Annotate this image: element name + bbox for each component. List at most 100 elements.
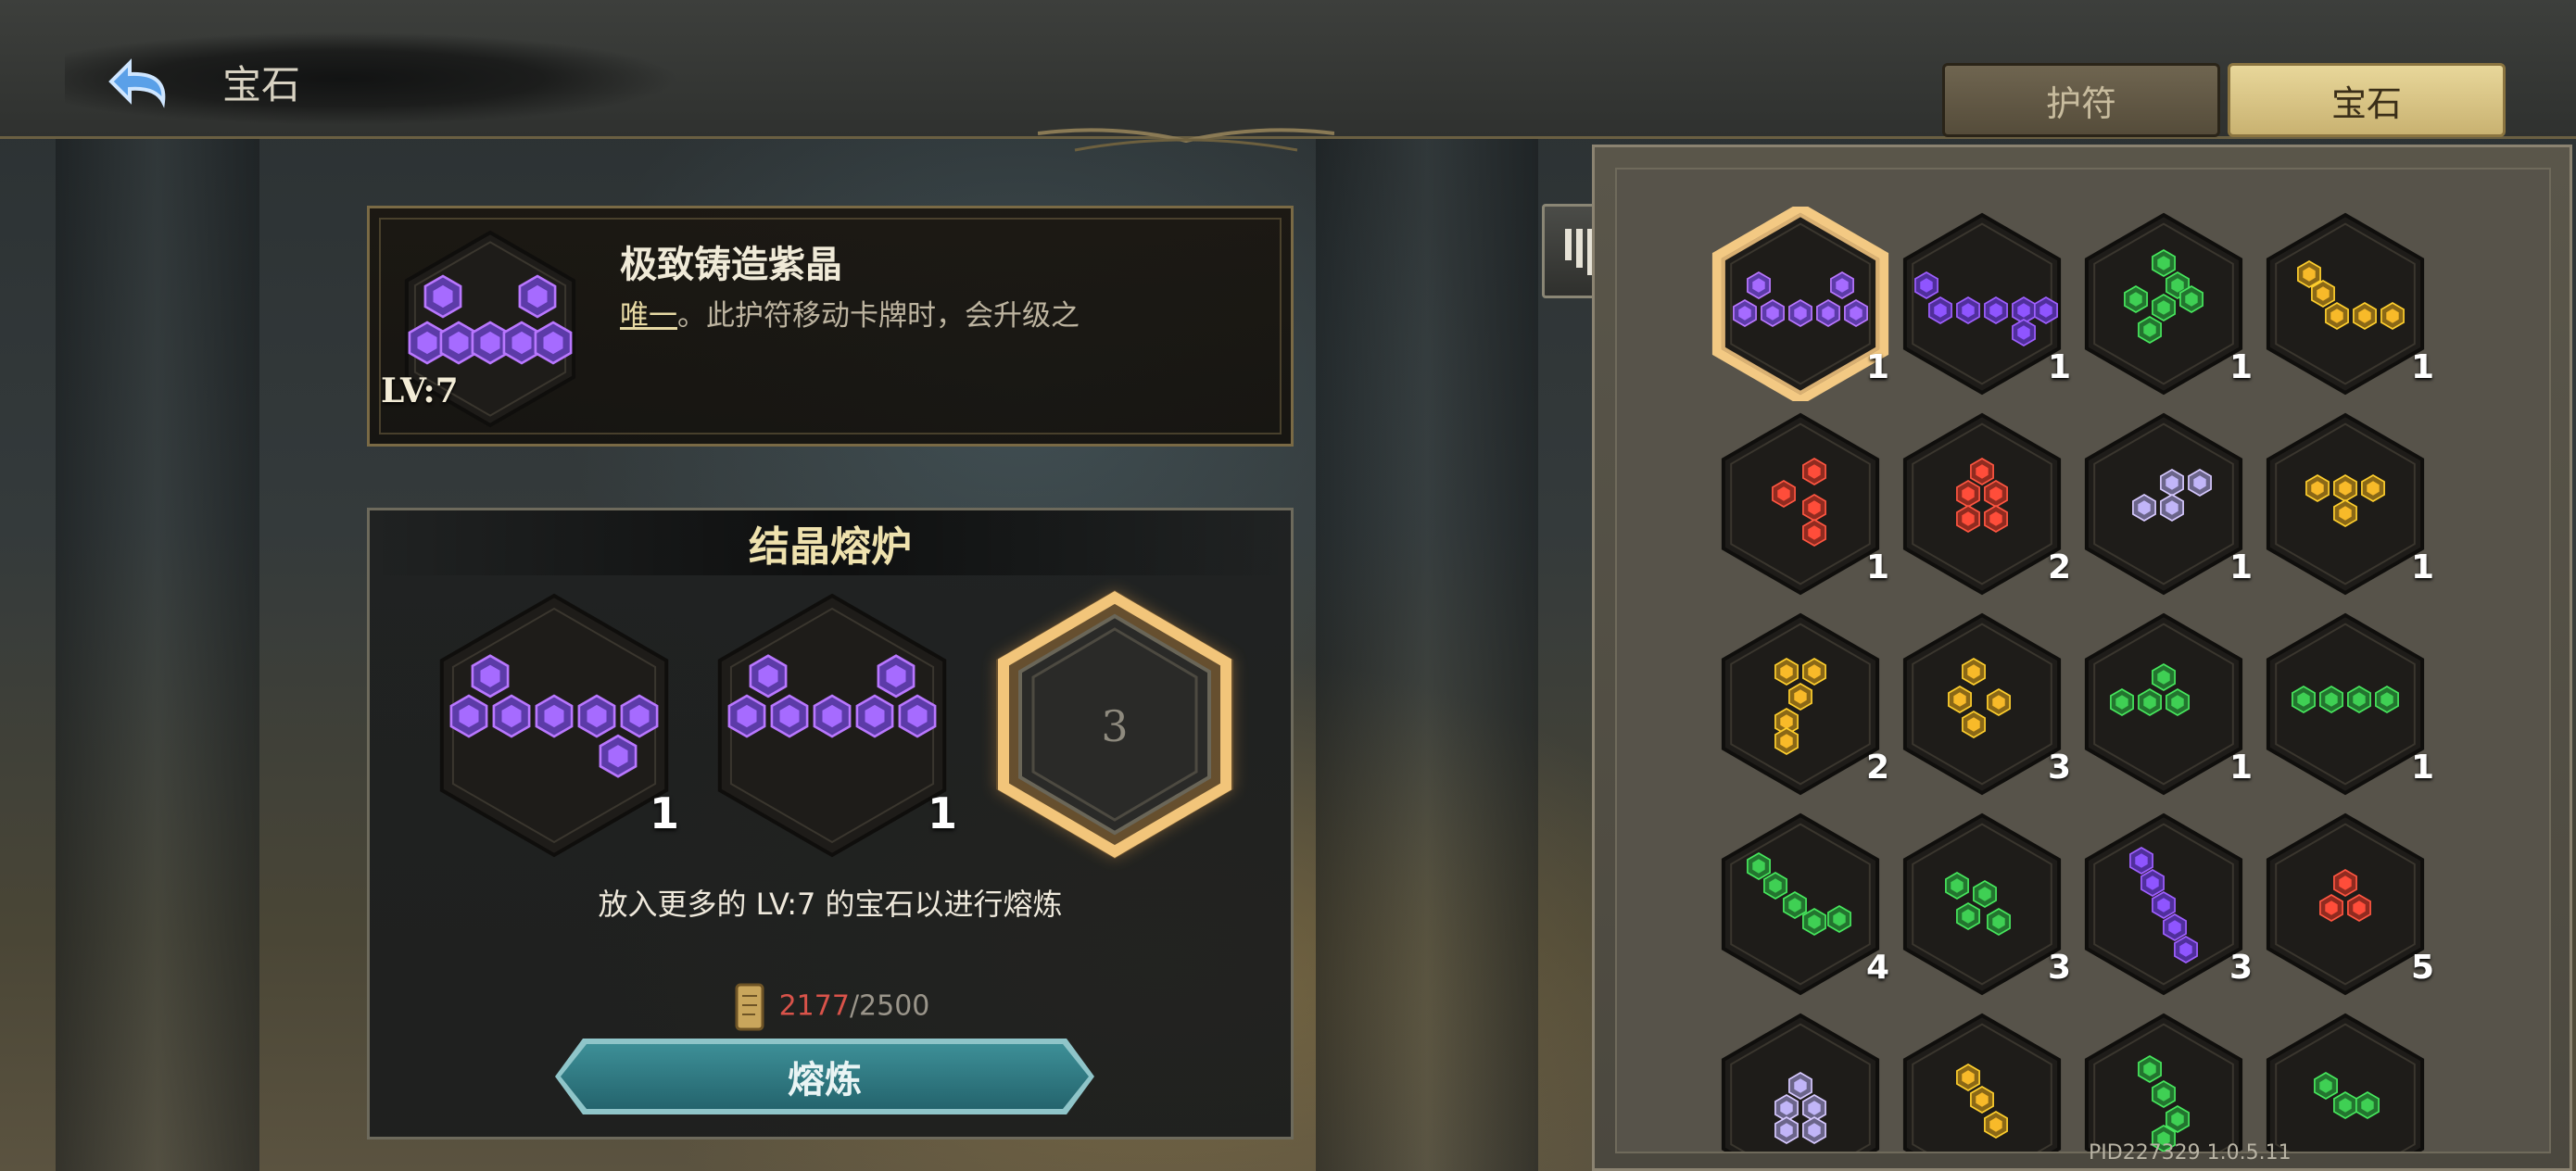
smelt-button[interactable]: 熔炼 [561, 1044, 1089, 1109]
gem-crystal-icon [2353, 302, 2377, 330]
gem-crystal-icon [1802, 494, 1826, 522]
gem-inventory-item[interactable]: 1 [1893, 207, 2078, 401]
gem-crystal-icon [1956, 505, 1980, 533]
gem-crystal-icon [1788, 683, 1812, 711]
gem-crystal-icon [1948, 686, 1972, 713]
back-arrow-icon [108, 58, 166, 108]
gem-crystal-icon [439, 321, 478, 365]
gem-inventory-item[interactable]: 3 [1893, 807, 2078, 1001]
gem-crystal-icon [502, 321, 541, 365]
gem-inventory-item[interactable]: 1 [2075, 407, 2260, 601]
gem-crystal-icon [2110, 688, 2134, 716]
back-button[interactable] [102, 46, 185, 120]
gem-crystal-icon [2333, 474, 2357, 502]
gem-crystal-icon [2132, 494, 2156, 522]
gem-crystal-icon [492, 694, 531, 738]
gem-inventory-item[interactable]: 4 [1711, 807, 1897, 1001]
gem-crystal-icon [534, 321, 573, 365]
gem-crystal-icon [471, 654, 510, 699]
gem-count: 1 [2229, 749, 2253, 787]
gem-crystal-icon [1774, 1116, 1799, 1144]
gem-inventory-item[interactable]: 1 [2256, 407, 2442, 601]
gem-inventory-item[interactable]: 3 [1893, 607, 2078, 801]
gem-crystal-icon [2138, 316, 2162, 344]
gem-crystal-icon [1761, 299, 1785, 327]
gem-crystal-icon [2174, 936, 2198, 963]
gem-crystal-icon [2138, 688, 2162, 716]
gem-count: 2 [2047, 548, 2071, 586]
ornament-divider [1038, 128, 1334, 152]
gem-crystal-icon [1788, 299, 1812, 327]
furnace-slot-2[interactable]: 1 [707, 586, 957, 864]
gem-crystal-icon [2292, 686, 2316, 713]
gem-crystal-icon [749, 654, 788, 699]
gem-crystal-icon [1802, 658, 1826, 686]
gem-inventory-item[interactable] [2256, 1007, 2442, 1152]
gem-crystal-icon [1956, 480, 1980, 508]
gem-inventory-item[interactable]: 1 [2256, 207, 2442, 401]
gem-count: 5 [2410, 949, 2434, 987]
gem-description: 唯一。此护符移动卡牌时，会升级之 [620, 292, 1080, 334]
gem-inventory-item[interactable] [1711, 1007, 1897, 1152]
tab-gem[interactable]: 宝石 [2228, 63, 2506, 137]
gem-crystal-icon [2361, 474, 2385, 502]
gem-inventory-item[interactable]: 2 [1711, 607, 1897, 801]
gem-crystal-icon [2163, 913, 2187, 941]
gem-crystal-icon [2152, 663, 2176, 691]
gem-crystal-icon [2152, 891, 2176, 919]
furnace-hint: 放入更多的 LV:7 的宝石以进行熔炼 [598, 887, 1063, 922]
gem-keyword[interactable]: 唯一 [620, 299, 677, 333]
gem-crystal-icon [1984, 296, 2008, 324]
gem-inventory-item[interactable]: 1 [1711, 407, 1897, 601]
furnace-slot-1[interactable]: 1 [429, 586, 679, 864]
gem-inventory-panel: 1 1 1 1 1 2 1 1 2 3 1 1 4 3 3 5 [1592, 145, 2572, 1171]
gem-hex-icon [2266, 1013, 2425, 1152]
gem-inventory-item[interactable]: 5 [2256, 807, 2442, 1001]
gem-crystal-icon [1984, 1111, 2008, 1139]
gem-crystal-icon [2347, 686, 2371, 713]
gem-crystal-icon [2319, 686, 2343, 713]
gem-crystal-icon [1802, 458, 1826, 485]
gem-crystal-icon [813, 694, 852, 738]
gem-inventory-item[interactable]: 1 [1711, 202, 1897, 406]
gem-inventory-item[interactable] [2075, 1007, 2260, 1152]
gem-crystal-icon [1987, 908, 2011, 936]
gem-inventory-item[interactable]: 1 [2075, 607, 2260, 801]
gem-inventory-item[interactable]: 1 [2075, 207, 2260, 401]
gem-crystal-icon [1827, 905, 1851, 933]
gem-inventory-item[interactable]: 2 [1893, 407, 2078, 601]
gem-crystal-icon [1802, 1116, 1826, 1144]
gem-crystal-icon [2012, 319, 2036, 346]
gem-count: 2 [1865, 749, 1889, 787]
gem-crystal-icon [518, 274, 557, 319]
gem-count: 1 [2410, 548, 2434, 586]
gem-crystal-icon [2325, 302, 2349, 330]
cost-max: 2500 [859, 989, 930, 1023]
smelt-cost: 2177/2500 [370, 981, 1291, 1033]
gem-crystal-icon [1956, 296, 1980, 324]
gem-count: 3 [2047, 749, 2071, 787]
gem-crystal-icon [1970, 1086, 1994, 1114]
gem-inventory-item[interactable]: 3 [2075, 807, 2260, 1001]
gem-crystal-icon [727, 694, 766, 738]
gem-level: LV:7 [381, 371, 459, 410]
slot-count: 1 [650, 788, 680, 838]
gem-crystal-icon [855, 694, 894, 738]
furnace-slot-3-empty[interactable]: 3 [976, 572, 1254, 877]
gem-crystal-icon [2333, 869, 2357, 897]
gem-description-text: 。此护符移动卡牌时，会升级之 [677, 299, 1080, 333]
gem-count: 3 [2229, 949, 2253, 987]
gem-inventory-item[interactable] [1893, 1007, 2078, 1152]
gem-crystal-icon [1962, 711, 1986, 738]
gem-crystal-icon [471, 321, 510, 365]
tab-amulet[interactable]: 护符 [1942, 63, 2220, 137]
gem-inventory-item[interactable]: 1 [2256, 607, 2442, 801]
gem-crystal-icon [2314, 1072, 2338, 1100]
top-bar: 宝石 护符 宝石 [0, 0, 2576, 152]
gem-crystal-icon [1733, 299, 1757, 327]
furnace-title: 结晶熔炉 [370, 510, 1291, 575]
gem-crystal-icon [2380, 302, 2405, 330]
gem-crystal-icon [2179, 285, 2203, 313]
gem-crystal-icon [2152, 294, 2176, 321]
gem-count: 1 [2047, 348, 2071, 386]
